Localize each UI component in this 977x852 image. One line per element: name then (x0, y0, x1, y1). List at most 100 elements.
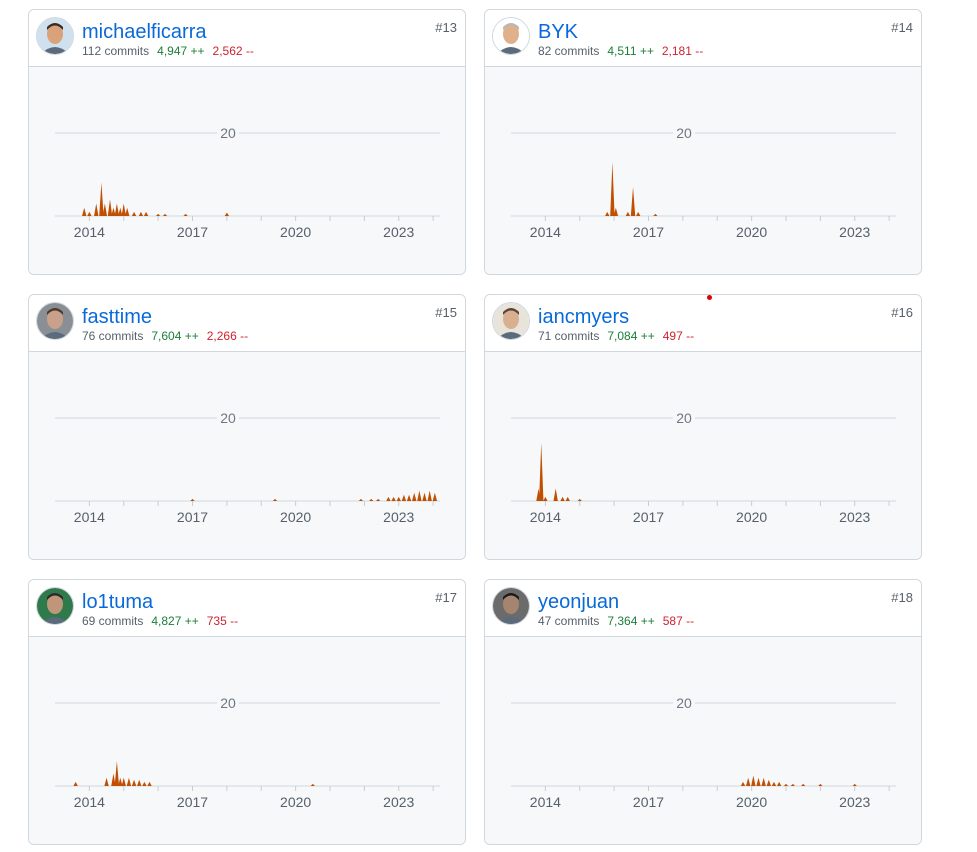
activity-spike (427, 490, 432, 501)
x-tick-label: 2020 (736, 224, 767, 240)
commit-activity-chart: 20 2014 2017 2020 2023 (485, 67, 921, 274)
commit-count: 82 commits (538, 44, 600, 58)
activity-spike (396, 496, 401, 501)
activity-spike (553, 488, 558, 501)
x-tick-label: 2017 (177, 224, 208, 240)
chart-svg: 20 2014 2017 2020 2023 (511, 125, 896, 240)
username-link[interactable]: fasttime (82, 306, 152, 328)
x-tick-label: 2014 (74, 509, 105, 525)
commit-count: 76 commits (82, 329, 144, 343)
commit-activity-chart: 20 2014 2017 2020 2023 (29, 352, 465, 559)
commit-count: 112 commits (82, 44, 150, 58)
activity-spike (401, 494, 407, 501)
activity-spike (852, 783, 857, 786)
y-gridline-label: 20 (676, 695, 692, 711)
x-tick-label: 2014 (530, 794, 561, 810)
contributor-card: fasttime 76 commits 7,604 ++ 2,266 -- #15 … (28, 294, 466, 560)
username-link[interactable]: iancmyers (538, 306, 629, 328)
chart-svg: 20 2014 2017 2020 2023 (55, 125, 440, 240)
avatar-photo-icon[interactable] (36, 302, 74, 340)
activity-spike (417, 490, 422, 501)
activity-spike (625, 211, 631, 216)
activity-spike (543, 496, 548, 501)
contribution-stats: 76 commits 7,604 ++ 2,266 -- (82, 329, 248, 343)
indicator-dot (707, 295, 712, 300)
x-tick-label: 2023 (839, 224, 870, 240)
x-tick-label: 2017 (633, 794, 664, 810)
activity-spike (155, 213, 161, 216)
activity-spike (635, 211, 641, 216)
contribution-stats: 71 commits 7,084 ++ 497 -- (538, 329, 694, 343)
deletions-count: 735 -- (206, 614, 239, 628)
avatar-photo-icon[interactable] (492, 17, 530, 55)
x-tick-label: 2014 (530, 509, 561, 525)
activity-spike (358, 498, 364, 501)
activity-spike (73, 781, 78, 786)
x-tick-label: 2014 (74, 794, 105, 810)
activity-spike (183, 213, 188, 216)
card-header: michaelficarra 112 commits 4,947 ++ 2,562 … (29, 10, 465, 67)
x-tick-label: 2014 (74, 224, 105, 240)
activity-spike (565, 496, 570, 501)
activity-spike (577, 498, 582, 501)
activity-spike (800, 783, 806, 786)
x-tick-label: 2020 (736, 794, 767, 810)
username-link[interactable]: BYK (538, 21, 578, 43)
activity-spike (745, 777, 751, 786)
y-gridline-label: 20 (676, 410, 692, 426)
avatar-photo-icon[interactable] (492, 302, 530, 340)
contributor-card: BYK 82 commits 4,511 ++ 2,181 -- #14 20 201… (484, 9, 922, 275)
activity-spike (310, 783, 316, 786)
additions-count: 7,604 ++ (151, 329, 199, 343)
x-tick-label: 2023 (839, 509, 870, 525)
activity-spike (630, 186, 636, 216)
activity-spike (818, 783, 823, 786)
activity-spike (82, 207, 87, 216)
additions-count: 7,084 ++ (607, 329, 655, 343)
avatar-photo-icon[interactable] (36, 587, 74, 625)
contribution-stats: 112 commits 4,947 ++ 2,562 -- (82, 44, 254, 58)
activity-spike (406, 494, 412, 501)
x-tick-label: 2020 (280, 794, 311, 810)
card-header: fasttime 76 commits 7,604 ++ 2,266 -- #15 (29, 295, 465, 352)
card-header: lo1tuma 69 commits 4,827 ++ 735 -- #17 (29, 580, 465, 637)
card-header: iancmyers 71 commits 7,084 ++ 497 -- #16 (485, 295, 921, 352)
activity-spike (756, 777, 761, 786)
additions-count: 4,511 ++ (607, 44, 654, 58)
commit-count: 47 commits (538, 614, 600, 628)
activity-spike (391, 496, 396, 501)
activity-spike (138, 211, 144, 216)
x-tick-label: 2023 (383, 794, 414, 810)
activity-spike (137, 779, 142, 786)
additions-count: 7,364 ++ (607, 614, 655, 628)
activity-spike (147, 781, 152, 786)
activity-spike (114, 203, 120, 216)
activity-spike (776, 781, 782, 786)
chart-svg: 20 2014 2017 2020 2023 (511, 695, 896, 810)
avatar-photo-icon[interactable] (36, 17, 74, 55)
contribution-stats: 69 commits 4,827 ++ 735 -- (82, 614, 238, 628)
activity-spike (126, 777, 132, 786)
avatar-photo-icon[interactable] (492, 587, 530, 625)
x-tick-label: 2017 (633, 224, 664, 240)
activity-spike (761, 777, 766, 786)
activity-spike (653, 213, 658, 216)
activity-spike (190, 498, 195, 501)
rank-badge: #13 (435, 20, 457, 35)
commit-activity-chart: 20 2014 2017 2020 2023 (29, 67, 465, 274)
activity-spike (107, 199, 113, 216)
commit-activity-chart: 20 2014 2017 2020 2023 (29, 637, 465, 844)
deletions-count: 2,266 -- (206, 329, 249, 343)
deletions-count: 2,181 -- (661, 44, 704, 58)
username-link[interactable]: lo1tuma (82, 591, 153, 613)
username-link[interactable]: yeonjuan (538, 591, 619, 613)
rank-badge: #18 (891, 590, 913, 605)
activity-spike (121, 203, 126, 216)
contribution-stats: 47 commits 7,364 ++ 587 -- (538, 614, 694, 628)
contributor-card: yeonjuan 47 commits 7,364 ++ 587 -- #18 20… (484, 579, 922, 845)
username-link[interactable]: michaelficarra (82, 21, 206, 43)
activity-spike (118, 777, 123, 786)
x-tick-label: 2017 (177, 794, 208, 810)
y-gridline-label: 20 (220, 125, 236, 141)
commit-count: 69 commits (82, 614, 144, 628)
